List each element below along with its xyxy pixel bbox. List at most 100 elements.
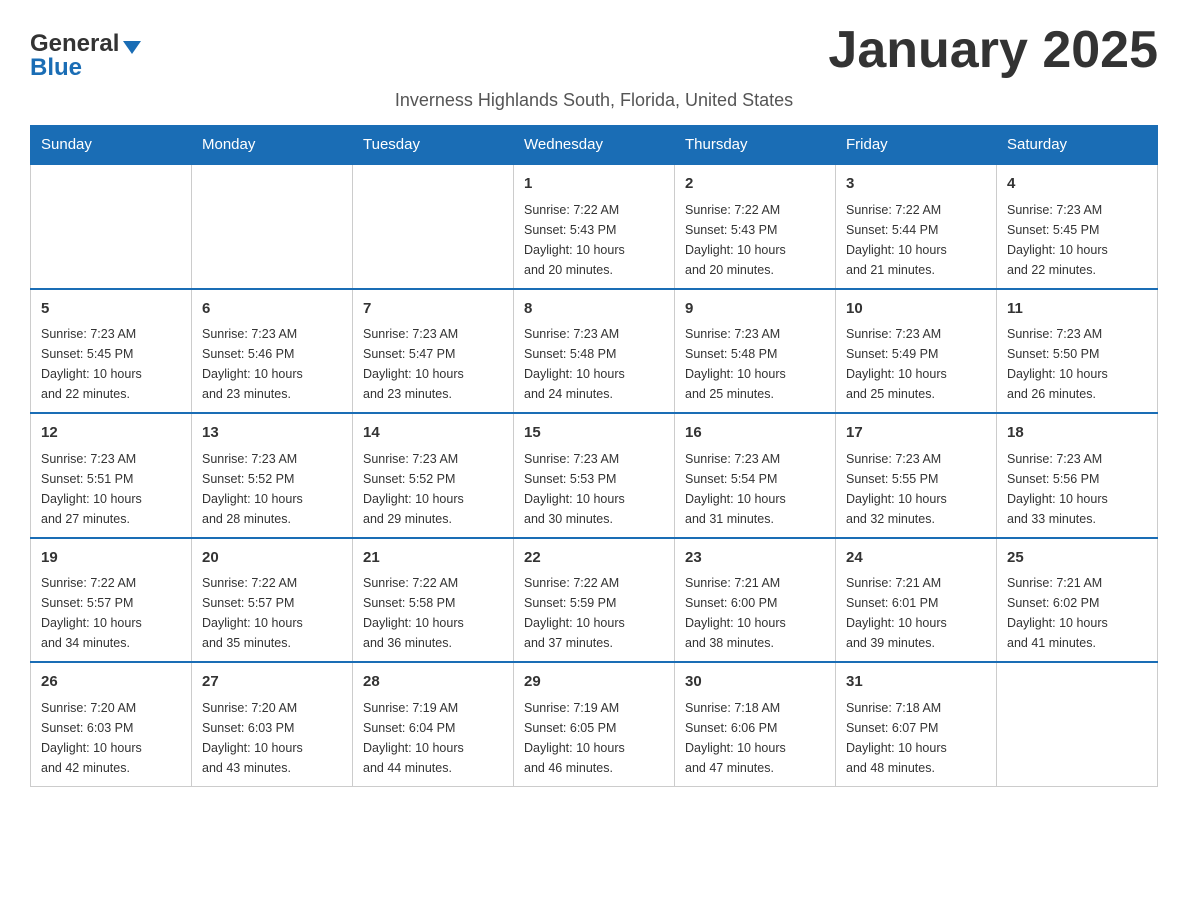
logo: General Blue	[30, 30, 141, 82]
day-info: Sunrise: 7:23 AMSunset: 5:49 PMDaylight:…	[846, 324, 986, 404]
calendar-cell: 28 Sunrise: 7:19 AMSunset: 6:04 PMDayligh…	[353, 662, 514, 786]
week-row-3: 12 Sunrise: 7:23 AMSunset: 5:51 PMDayligh…	[31, 413, 1158, 538]
page-header: General Blue January 2025	[30, 20, 1158, 82]
day-number: 8	[524, 298, 664, 321]
calendar-cell: 4 Sunrise: 7:23 AMSunset: 5:45 PMDaylight…	[997, 164, 1158, 289]
day-info: Sunrise: 7:23 AMSunset: 5:45 PMDaylight:…	[41, 324, 181, 404]
day-info: Sunrise: 7:20 AMSunset: 6:03 PMDaylight:…	[41, 698, 181, 778]
day-info: Sunrise: 7:19 AMSunset: 6:05 PMDaylight:…	[524, 698, 664, 778]
calendar-cell: 31Sunrise: 7:18 AMSunset: 6:07 PMDayligh…	[836, 662, 997, 786]
day-of-week-sunday: Sunday	[31, 126, 192, 165]
calendar-cell: 5 Sunrise: 7:23 AMSunset: 5:45 PMDaylight…	[31, 289, 192, 414]
day-number: 24	[846, 547, 986, 570]
day-info: Sunrise: 7:23 AMSunset: 5:52 PMDaylight:…	[202, 449, 342, 529]
calendar-cell: 22 Sunrise: 7:22 AMSunset: 5:59 PMDayligh…	[514, 538, 675, 663]
calendar-cell: 26 Sunrise: 7:20 AMSunset: 6:03 PMDayligh…	[31, 662, 192, 786]
day-info: Sunrise: 7:18 AMSunset: 6:07 PMDaylight:…	[846, 698, 986, 778]
day-info: Sunrise: 7:20 AMSunset: 6:03 PMDaylight:…	[202, 698, 342, 778]
day-info: Sunrise: 7:22 AMSunset: 5:59 PMDaylight:…	[524, 573, 664, 653]
day-number: 15	[524, 422, 664, 445]
day-number: 27	[202, 671, 342, 694]
day-number: 16	[685, 422, 825, 445]
calendar-cell: 10 Sunrise: 7:23 AMSunset: 5:49 PMDayligh…	[836, 289, 997, 414]
day-number: 14	[363, 422, 503, 445]
month-title: January 2025	[828, 20, 1158, 80]
calendar-cell: 2 Sunrise: 7:22 AMSunset: 5:43 PMDaylight…	[675, 164, 836, 289]
day-of-week-wednesday: Wednesday	[514, 126, 675, 165]
day-info: Sunrise: 7:23 AMSunset: 5:56 PMDaylight:…	[1007, 449, 1147, 529]
day-info: Sunrise: 7:19 AMSunset: 6:04 PMDaylight:…	[363, 698, 503, 778]
day-number: 25	[1007, 547, 1147, 570]
day-info: Sunrise: 7:23 AMSunset: 5:55 PMDaylight:…	[846, 449, 986, 529]
day-number: 10	[846, 298, 986, 321]
calendar-cell: 30 Sunrise: 7:18 AMSunset: 6:06 PMDayligh…	[675, 662, 836, 786]
day-number: 30	[685, 671, 825, 694]
calendar-cell: 24 Sunrise: 7:21 AMSunset: 6:01 PMDayligh…	[836, 538, 997, 663]
calendar-cell: 7 Sunrise: 7:23 AMSunset: 5:47 PMDaylight…	[353, 289, 514, 414]
day-number: 4	[1007, 173, 1147, 196]
day-number: 20	[202, 547, 342, 570]
calendar-cell: 27 Sunrise: 7:20 AMSunset: 6:03 PMDayligh…	[192, 662, 353, 786]
day-info: Sunrise: 7:22 AMSunset: 5:57 PMDaylight:…	[41, 573, 181, 653]
day-of-week-monday: Monday	[192, 126, 353, 165]
calendar-cell: 19 Sunrise: 7:22 AMSunset: 5:57 PMDayligh…	[31, 538, 192, 663]
day-info: Sunrise: 7:18 AMSunset: 6:06 PMDaylight:…	[685, 698, 825, 778]
day-number: 26	[41, 671, 181, 694]
day-info: Sunrise: 7:23 AMSunset: 5:53 PMDaylight:…	[524, 449, 664, 529]
day-number: 29	[524, 671, 664, 694]
calendar-cell	[997, 662, 1158, 786]
day-number: 2	[685, 173, 825, 196]
day-number: 5	[41, 298, 181, 321]
day-number: 28	[363, 671, 503, 694]
calendar-cell: 13 Sunrise: 7:23 AMSunset: 5:52 PMDayligh…	[192, 413, 353, 538]
day-number: 17	[846, 422, 986, 445]
calendar-cell: 25Sunrise: 7:21 AMSunset: 6:02 PMDayligh…	[997, 538, 1158, 663]
day-number: 22	[524, 547, 664, 570]
day-info: Sunrise: 7:23 AMSunset: 5:47 PMDaylight:…	[363, 324, 503, 404]
day-info: Sunrise: 7:23 AMSunset: 5:50 PMDaylight:…	[1007, 324, 1147, 404]
day-info: Sunrise: 7:23 AMSunset: 5:48 PMDaylight:…	[524, 324, 664, 404]
week-row-5: 26 Sunrise: 7:20 AMSunset: 6:03 PMDayligh…	[31, 662, 1158, 786]
calendar-cell	[353, 164, 514, 289]
calendar-cell: 9Sunrise: 7:23 AMSunset: 5:48 PMDaylight…	[675, 289, 836, 414]
calendar-cell: 17 Sunrise: 7:23 AMSunset: 5:55 PMDayligh…	[836, 413, 997, 538]
day-number: 18	[1007, 422, 1147, 445]
calendar-cell: 11 Sunrise: 7:23 AMSunset: 5:50 PMDayligh…	[997, 289, 1158, 414]
day-number: 3	[846, 173, 986, 196]
day-number: 1	[524, 173, 664, 196]
calendar-cell: 18 Sunrise: 7:23 AMSunset: 5:56 PMDayligh…	[997, 413, 1158, 538]
week-row-4: 19 Sunrise: 7:22 AMSunset: 5:57 PMDayligh…	[31, 538, 1158, 663]
day-info: Sunrise: 7:23 AMSunset: 5:54 PMDaylight:…	[685, 449, 825, 529]
logo-triangle-icon	[123, 41, 141, 54]
day-number: 12	[41, 422, 181, 445]
day-info: Sunrise: 7:22 AMSunset: 5:43 PMDaylight:…	[685, 200, 825, 280]
day-number: 6	[202, 298, 342, 321]
week-row-2: 5 Sunrise: 7:23 AMSunset: 5:45 PMDaylight…	[31, 289, 1158, 414]
day-number: 21	[363, 547, 503, 570]
day-of-week-tuesday: Tuesday	[353, 126, 514, 165]
day-info: Sunrise: 7:22 AMSunset: 5:44 PMDaylight:…	[846, 200, 986, 280]
subtitle: Inverness Highlands South, Florida, Unit…	[30, 90, 1158, 111]
calendar-cell: 8 Sunrise: 7:23 AMSunset: 5:48 PMDaylight…	[514, 289, 675, 414]
calendar-cell: 20 Sunrise: 7:22 AMSunset: 5:57 PMDayligh…	[192, 538, 353, 663]
day-info: Sunrise: 7:23 AMSunset: 5:48 PMDaylight:…	[685, 324, 825, 404]
day-number: 7	[363, 298, 503, 321]
calendar-cell	[31, 164, 192, 289]
day-info: Sunrise: 7:23 AMSunset: 5:51 PMDaylight:…	[41, 449, 181, 529]
day-number: 11	[1007, 298, 1147, 321]
logo-blue-text: Blue	[30, 54, 82, 82]
calendar-cell: 12 Sunrise: 7:23 AMSunset: 5:51 PMDayligh…	[31, 413, 192, 538]
calendar-cell: 6Sunrise: 7:23 AMSunset: 5:46 PMDaylight…	[192, 289, 353, 414]
calendar-cell	[192, 164, 353, 289]
day-info: Sunrise: 7:22 AMSunset: 5:43 PMDaylight:…	[524, 200, 664, 280]
day-of-week-thursday: Thursday	[675, 126, 836, 165]
day-number: 19	[41, 547, 181, 570]
day-info: Sunrise: 7:22 AMSunset: 5:57 PMDaylight:…	[202, 573, 342, 653]
calendar-cell: 1 Sunrise: 7:22 AMSunset: 5:43 PMDaylight…	[514, 164, 675, 289]
day-number: 13	[202, 422, 342, 445]
day-of-week-saturday: Saturday	[997, 126, 1158, 165]
day-info: Sunrise: 7:21 AMSunset: 6:01 PMDaylight:…	[846, 573, 986, 653]
day-info: Sunrise: 7:23 AMSunset: 5:45 PMDaylight:…	[1007, 200, 1147, 280]
calendar-cell: 16 Sunrise: 7:23 AMSunset: 5:54 PMDayligh…	[675, 413, 836, 538]
calendar-table: SundayMondayTuesdayWednesdayThursdayFrid…	[30, 125, 1158, 787]
